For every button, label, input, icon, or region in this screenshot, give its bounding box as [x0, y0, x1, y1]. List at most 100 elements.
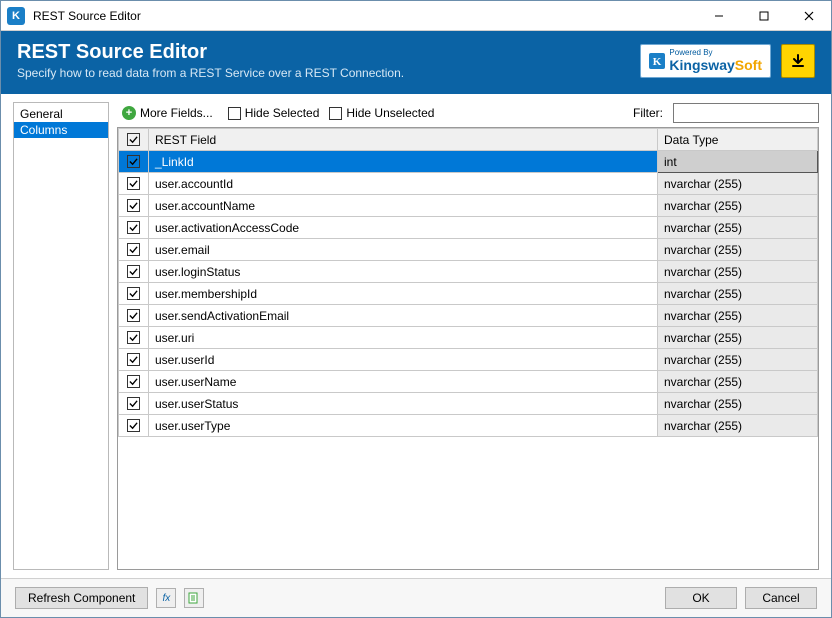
- columns-toolbar: + More Fields... Hide Selected Hide Unse…: [117, 102, 819, 124]
- data-type-cell[interactable]: nvarchar (255): [658, 371, 818, 393]
- more-fields-label: More Fields...: [140, 106, 213, 120]
- table-row[interactable]: user.emailnvarchar (255): [119, 239, 818, 261]
- check-icon: [127, 419, 140, 432]
- expression-editor-button[interactable]: fx: [156, 588, 176, 608]
- rest-field-cell[interactable]: user.userName: [149, 371, 658, 393]
- header-rest-field[interactable]: REST Field: [149, 129, 658, 151]
- window-title: REST Source Editor: [33, 9, 696, 23]
- rest-field-cell[interactable]: user.activationAccessCode: [149, 217, 658, 239]
- table-row[interactable]: user.userNamenvarchar (255): [119, 371, 818, 393]
- table-row[interactable]: _LinkIdint: [119, 151, 818, 173]
- check-icon: [127, 177, 140, 190]
- check-icon: [127, 353, 140, 366]
- row-checkbox[interactable]: [119, 371, 149, 393]
- maximize-button[interactable]: [741, 1, 786, 31]
- data-type-cell[interactable]: nvarchar (255): [658, 283, 818, 305]
- cancel-button[interactable]: Cancel: [745, 587, 817, 609]
- filter-label: Filter:: [633, 106, 663, 120]
- row-checkbox[interactable]: [119, 393, 149, 415]
- brand-k-icon: K: [649, 53, 665, 69]
- rest-field-cell[interactable]: user.sendActivationEmail: [149, 305, 658, 327]
- documentation-button[interactable]: [184, 588, 204, 608]
- row-checkbox[interactable]: [119, 151, 149, 173]
- more-fields-button[interactable]: + More Fields...: [117, 104, 218, 122]
- table-row[interactable]: user.userIdnvarchar (255): [119, 349, 818, 371]
- brand-logo[interactable]: K Powered By KingswaySoft: [640, 44, 771, 78]
- sidebar-item-general[interactable]: General: [14, 106, 108, 122]
- banner-subtitle: Specify how to read data from a REST Ser…: [17, 66, 640, 80]
- main-pane: + More Fields... Hide Selected Hide Unse…: [117, 102, 819, 570]
- rest-field-cell[interactable]: user.membershipId: [149, 283, 658, 305]
- table-row[interactable]: user.accountNamenvarchar (255): [119, 195, 818, 217]
- rest-field-cell[interactable]: user.userType: [149, 415, 658, 437]
- data-type-cell[interactable]: nvarchar (255): [658, 305, 818, 327]
- doc-icon: [188, 592, 200, 604]
- columns-grid[interactable]: REST Field Data Type _LinkIdintuser.acco…: [117, 127, 819, 570]
- table-row[interactable]: user.urinvarchar (255): [119, 327, 818, 349]
- table-row[interactable]: user.userStatusnvarchar (255): [119, 393, 818, 415]
- check-icon: [127, 265, 140, 278]
- table-row[interactable]: user.loginStatusnvarchar (255): [119, 261, 818, 283]
- data-type-cell[interactable]: nvarchar (255): [658, 393, 818, 415]
- minimize-button[interactable]: [696, 1, 741, 31]
- rest-field-cell[interactable]: user.email: [149, 239, 658, 261]
- title-bar: K REST Source Editor: [1, 1, 831, 31]
- table-row[interactable]: user.membershipIdnvarchar (255): [119, 283, 818, 305]
- rest-field-cell[interactable]: user.accountId: [149, 173, 658, 195]
- data-type-cell[interactable]: nvarchar (255): [658, 173, 818, 195]
- hide-unselected-checkbox[interactable]: Hide Unselected: [329, 106, 434, 120]
- close-button[interactable]: [786, 1, 831, 31]
- download-button[interactable]: [781, 44, 815, 78]
- row-checkbox[interactable]: [119, 173, 149, 195]
- svg-text:K: K: [653, 56, 662, 68]
- table-row[interactable]: user.userTypenvarchar (255): [119, 415, 818, 437]
- check-icon: [127, 309, 140, 322]
- check-icon: [127, 221, 140, 234]
- check-icon: [127, 331, 140, 344]
- data-type-cell[interactable]: nvarchar (255): [658, 415, 818, 437]
- ok-button[interactable]: OK: [665, 587, 737, 609]
- row-checkbox[interactable]: [119, 327, 149, 349]
- hide-selected-checkbox[interactable]: Hide Selected: [228, 106, 320, 120]
- rest-field-cell[interactable]: user.userId: [149, 349, 658, 371]
- row-checkbox[interactable]: [119, 283, 149, 305]
- row-checkbox[interactable]: [119, 195, 149, 217]
- rest-field-cell[interactable]: _LinkId: [149, 151, 658, 173]
- row-checkbox[interactable]: [119, 305, 149, 327]
- banner: REST Source Editor Specify how to read d…: [1, 31, 831, 94]
- data-type-cell[interactable]: nvarchar (255): [658, 349, 818, 371]
- grid-header-row: REST Field Data Type: [119, 129, 818, 151]
- footer-bar: Refresh Component fx OK Cancel: [1, 578, 831, 617]
- check-icon: [127, 397, 140, 410]
- refresh-component-button[interactable]: Refresh Component: [15, 587, 148, 609]
- plus-icon: +: [122, 106, 136, 120]
- header-data-type[interactable]: Data Type: [658, 129, 818, 151]
- row-checkbox[interactable]: [119, 217, 149, 239]
- data-type-cell[interactable]: int: [658, 151, 818, 173]
- check-icon: [127, 243, 140, 256]
- row-checkbox[interactable]: [119, 261, 149, 283]
- row-checkbox[interactable]: [119, 415, 149, 437]
- check-icon: [127, 287, 140, 300]
- rest-field-cell[interactable]: user.loginStatus: [149, 261, 658, 283]
- hide-unselected-label: Hide Unselected: [346, 106, 434, 120]
- rest-field-cell[interactable]: user.uri: [149, 327, 658, 349]
- data-type-cell[interactable]: nvarchar (255): [658, 239, 818, 261]
- table-row[interactable]: user.accountIdnvarchar (255): [119, 173, 818, 195]
- data-type-cell[interactable]: nvarchar (255): [658, 195, 818, 217]
- data-type-cell[interactable]: nvarchar (255): [658, 217, 818, 239]
- header-checkbox-cell[interactable]: [119, 129, 149, 151]
- row-checkbox[interactable]: [119, 239, 149, 261]
- rest-field-cell[interactable]: user.userStatus: [149, 393, 658, 415]
- content-area: GeneralColumns + More Fields... Hide Sel…: [1, 94, 831, 570]
- row-checkbox[interactable]: [119, 349, 149, 371]
- powered-by-label: Powered By: [669, 49, 762, 57]
- rest-field-cell[interactable]: user.accountName: [149, 195, 658, 217]
- table-row[interactable]: user.sendActivationEmailnvarchar (255): [119, 305, 818, 327]
- filter-input[interactable]: [673, 103, 819, 123]
- table-row[interactable]: user.activationAccessCodenvarchar (255): [119, 217, 818, 239]
- banner-title: REST Source Editor: [17, 41, 640, 64]
- data-type-cell[interactable]: nvarchar (255): [658, 327, 818, 349]
- sidebar-item-columns[interactable]: Columns: [14, 122, 108, 138]
- data-type-cell[interactable]: nvarchar (255): [658, 261, 818, 283]
